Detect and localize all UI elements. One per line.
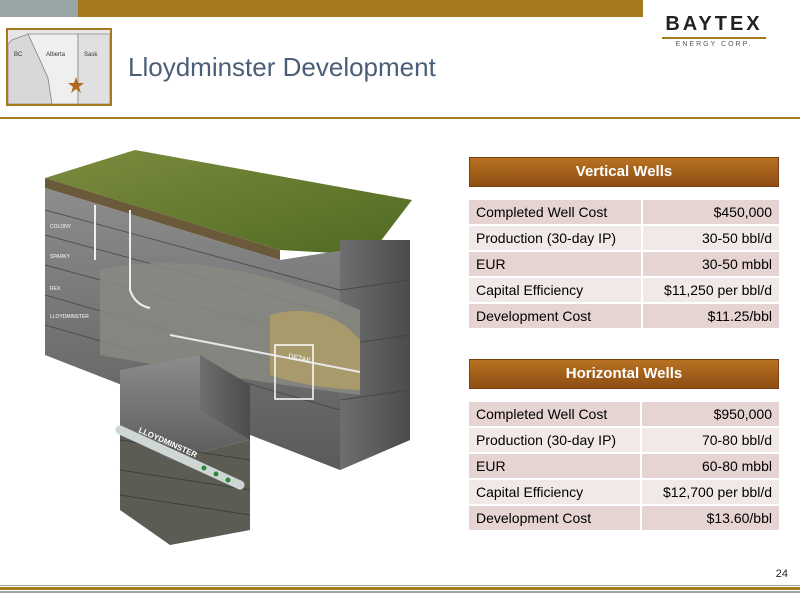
horizontal-wells-panel: Horizontal Wells Completed Well Cost $95… <box>469 359 779 532</box>
row-value: $11,250 per bbl/d <box>640 277 779 304</box>
row-label: Capital Efficiency <box>469 479 642 506</box>
table-row: Capital Efficiency $12,700 per bbl/d <box>469 479 779 506</box>
row-label: Completed Well Cost <box>469 402 642 428</box>
table-row: Production (30-day IP) 30-50 bbl/d <box>469 225 779 252</box>
location-map-thumbnail: BC Alberta Sask <box>6 28 112 106</box>
row-label: EUR <box>469 251 642 278</box>
horizontal-wells-table: Completed Well Cost $950,000 Production … <box>469 402 779 532</box>
table-row: EUR 60-80 mbbl <box>469 453 779 480</box>
row-label: Completed Well Cost <box>469 200 642 226</box>
table-row: Completed Well Cost $950,000 <box>469 402 779 428</box>
table-row: Capital Efficiency $11,250 per bbl/d <box>469 277 779 304</box>
map-label-alberta: Alberta <box>46 52 66 58</box>
table-row: EUR 30-50 mbbl <box>469 251 779 278</box>
row-label: Development Cost <box>469 505 642 532</box>
formation-label-rex: REX <box>50 286 61 292</box>
header-divider <box>0 117 800 119</box>
top-bar-grey <box>0 0 78 17</box>
row-label: Production (30-day IP) <box>469 225 642 252</box>
table-row: Development Cost $13.60/bbl <box>469 505 779 532</box>
formation-label-lloydminster: LLOYDMINSTER <box>50 314 89 320</box>
footer-rule-grey-bottom <box>0 591 800 593</box>
row-value: $11.25/bbl <box>640 303 779 330</box>
logo-rule <box>662 37 766 39</box>
row-label: Development Cost <box>469 303 642 330</box>
table-row: Production (30-day IP) 70-80 bbl/d <box>469 427 779 454</box>
row-value: $12,700 per bbl/d <box>640 479 779 506</box>
vertical-wells-header: Vertical Wells <box>469 157 779 187</box>
row-label: EUR <box>469 453 642 480</box>
map-label-bc: BC <box>14 52 23 58</box>
vertical-wells-panel: Vertical Wells Completed Well Cost $450,… <box>469 157 779 330</box>
row-label: Production (30-day IP) <box>469 427 642 454</box>
logo-name: BAYTEX <box>665 13 763 35</box>
vertical-wells-table: Completed Well Cost $450,000 Production … <box>469 200 779 330</box>
reservoir-cutaway-diagram: COLONY SPARKY REX LLOYDMINSTER DETAIL LL… <box>40 140 420 550</box>
horizontal-wells-header: Horizontal Wells <box>469 359 779 389</box>
page-number: 24 <box>775 568 788 580</box>
baytex-logo: BAYTEX ENERGY CORP. <box>640 5 788 55</box>
slide-title: Lloydminster Development <box>128 52 436 82</box>
footer-rule-grey-top <box>0 585 800 586</box>
row-value: 30-50 mbbl <box>640 251 779 278</box>
row-value: 70-80 bbl/d <box>640 427 779 454</box>
row-value: $13.60/bbl <box>640 505 779 532</box>
formation-label-sparky: SPARKY <box>50 254 71 260</box>
row-value: 30-50 bbl/d <box>640 225 779 252</box>
row-label: Capital Efficiency <box>469 277 642 304</box>
table-row: Completed Well Cost $450,000 <box>469 200 779 226</box>
map-label-sask: Sask <box>84 52 98 58</box>
table-row: Development Cost $11.25/bbl <box>469 303 779 330</box>
diagram-illustration: COLONY SPARKY REX LLOYDMINSTER DETAIL LL… <box>44 150 412 545</box>
logo-tagline: ENERGY CORP. <box>675 41 753 48</box>
top-bar-gold <box>78 0 643 17</box>
row-value: $450,000 <box>640 200 779 226</box>
footer-rule-gold <box>0 587 800 590</box>
formation-label-colony: COLONY <box>50 224 72 230</box>
row-value: 60-80 mbbl <box>640 453 779 480</box>
row-value: $950,000 <box>640 402 779 428</box>
